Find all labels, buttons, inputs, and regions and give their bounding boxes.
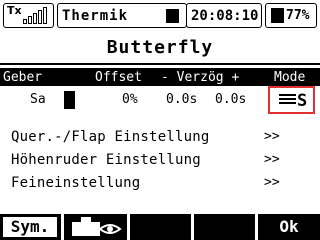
menu-item-quer-flap[interactable]: Quer.-/Flap Einstellung >> (0, 128, 320, 148)
tx-label: Tx (7, 4, 22, 17)
mode-value: S (297, 91, 308, 111)
menu-item-hoehenruder[interactable]: Höhenruder Einstellung >> (0, 151, 320, 171)
servo-view-icon (72, 217, 122, 236)
submenu-arrow-icon: >> (264, 175, 280, 190)
timer-stop-icon (166, 9, 179, 23)
battery-indicator: 77% (265, 3, 317, 28)
menu-item-feineinstellung[interactable]: Feineinstellung >> (0, 174, 320, 194)
selection-cursor (64, 91, 75, 109)
mode-lines-icon (279, 94, 296, 106)
header-delay: - Verzög + (161, 70, 240, 85)
model-name: Thermik (62, 8, 129, 24)
menu-item-label: Höhenruder Einstellung (11, 152, 201, 168)
softkey-view[interactable] (64, 214, 127, 240)
softkey-ok-label: Ok (279, 217, 299, 236)
header-mode: Mode (274, 70, 306, 85)
clock-time: 20:08:10 (191, 8, 259, 24)
mode-selector[interactable]: S (268, 86, 315, 114)
transmitter-signal-indicator: Tx (3, 3, 54, 28)
submenu-arrow-icon: >> (264, 152, 280, 167)
battery-icon (271, 8, 284, 23)
status-bar: Tx Thermik 20:08:10 77% (0, 0, 320, 32)
header-offset: Offset (95, 70, 142, 85)
softkey-3[interactable] (130, 214, 191, 240)
softkey-sym-label: Sym. (1, 215, 59, 239)
page-title: Butterfly (106, 37, 214, 58)
softkey-ok[interactable]: Ok (258, 214, 320, 240)
softkey-sym[interactable]: Sym. (0, 214, 61, 240)
battery-percent: 77% (286, 8, 310, 23)
clock-box: 20:08:10 (186, 3, 262, 28)
delay-minus-value[interactable]: 0.0s (166, 92, 197, 107)
title-divider (0, 63, 320, 65)
table-header: Geber Offset - Verzög + Mode (0, 68, 320, 86)
header-geber: Geber (3, 70, 43, 85)
offset-value[interactable]: 0% (122, 92, 138, 107)
softkey-bar: Sym. Ok (0, 214, 320, 240)
menu-item-label: Quer.-/Flap Einstellung (11, 129, 210, 145)
delay-plus-value[interactable]: 0.0s (215, 92, 246, 107)
submenu-arrow-icon: >> (264, 129, 280, 144)
table-row: Sa 0% 0.0s 0.0s S (0, 86, 320, 114)
softkey-4[interactable] (194, 214, 255, 240)
menu-item-label: Feineinstellung (11, 175, 141, 191)
geber-value[interactable]: Sa (30, 92, 46, 107)
